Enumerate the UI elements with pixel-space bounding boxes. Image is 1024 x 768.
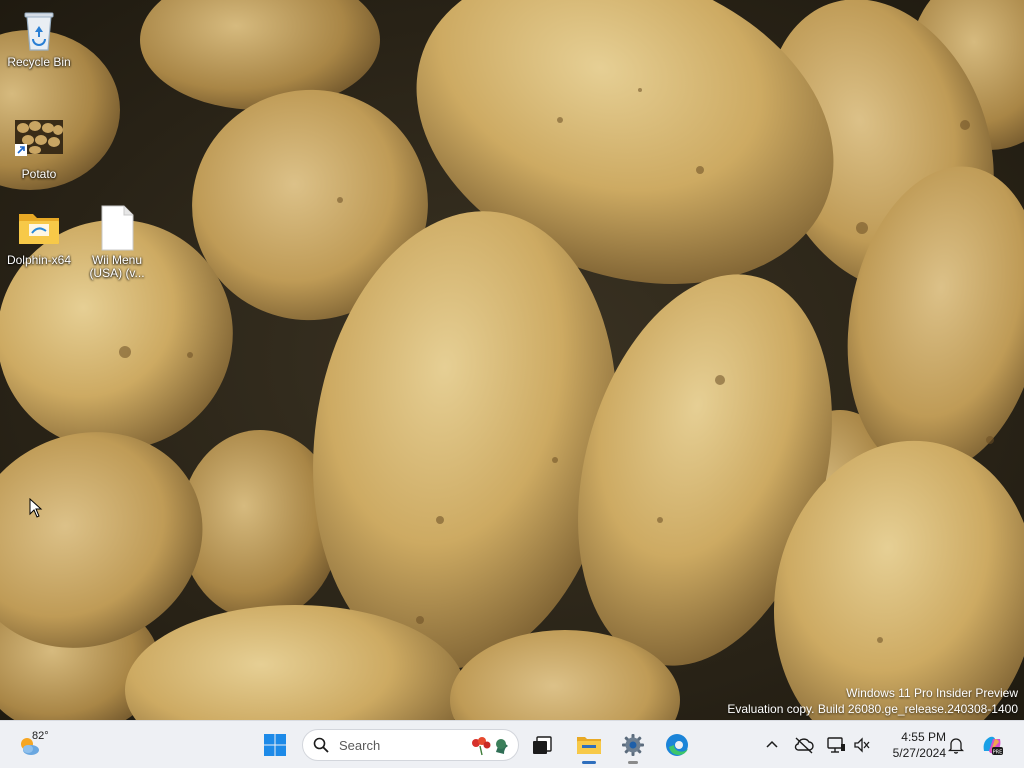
desktop-icon-recycle-bin[interactable]: Recycle Bin [1,6,77,69]
desktop-icon-dolphin-x64[interactable]: Dolphin-x64 [1,204,77,267]
desktop-icon-potato[interactable]: Potato [1,118,77,181]
search-highlight-flowers-icon [468,734,512,761]
running-indicator [582,761,596,764]
bell-icon [948,738,964,754]
start-button[interactable] [263,733,287,757]
mouse-cursor-icon [29,497,43,523]
taskbar-clock[interactable]: 4:55 PM 5/27/2024 [880,729,946,761]
desktop-icon-wii-menu[interactable]: Wii Menu (USA) (v... [79,204,155,280]
clock-date: 5/27/2024 [892,746,946,760]
desktop-icon-label: Dolphin-x64 [6,253,72,267]
settings-gear-icon [622,734,644,756]
display-icon [827,737,845,753]
running-indicator [628,761,638,764]
notifications-button[interactable] [944,733,968,757]
file-explorer-icon [577,737,601,754]
weather-temperature: 82° [32,730,49,742]
taskbar-edge-button[interactable] [661,729,693,761]
network-status-button[interactable] [792,733,816,757]
taskbar-file-explorer-button[interactable] [573,729,605,764]
windows-logo-icon [264,734,286,756]
evaluation-watermark: Windows 11 Pro Insider Preview Evaluatio… [727,685,1018,717]
folder-icon [15,204,63,252]
desktop-icon-label: Recycle Bin [7,55,71,69]
network-offline-icon [794,737,814,754]
copilot-icon: PRE [983,736,1003,756]
volume-icon [854,737,870,753]
file-icon [93,204,141,252]
taskbar-task-view-button[interactable] [526,729,558,761]
volume-button[interactable] [850,733,874,757]
svg-text:PRE: PRE [993,750,1003,756]
chevron-up-icon [766,740,778,748]
desktop-icon-label: Wii Menu (USA) (v... [89,253,145,280]
taskbar-settings-button[interactable] [617,729,649,764]
weather-widget[interactable]: 82° [14,727,58,763]
task-view-icon [533,736,552,754]
clock-time: 4:55 PM [901,730,946,744]
watermark-line-1: Windows 11 Pro Insider Preview [846,686,1018,700]
taskbar-search-box[interactable]: Search [302,729,519,761]
search-icon [313,737,329,758]
potato-image-icon [15,118,63,166]
desktop-wallpaper [0,0,1024,720]
show-hidden-icons-button[interactable] [760,733,784,757]
taskbar: 82° Search 4:55 PM 5/27/2024 PRE [0,720,1024,768]
watermark-line-2: Evaluation copy. Build 26080.ge_release.… [727,702,1018,716]
display-button[interactable] [824,733,848,757]
desktop-icon-label: Potato [21,167,57,181]
search-placeholder: Search [339,738,381,753]
recycle-bin-icon [15,6,63,54]
copilot-button[interactable]: PRE [980,733,1004,757]
edge-icon [666,734,688,756]
